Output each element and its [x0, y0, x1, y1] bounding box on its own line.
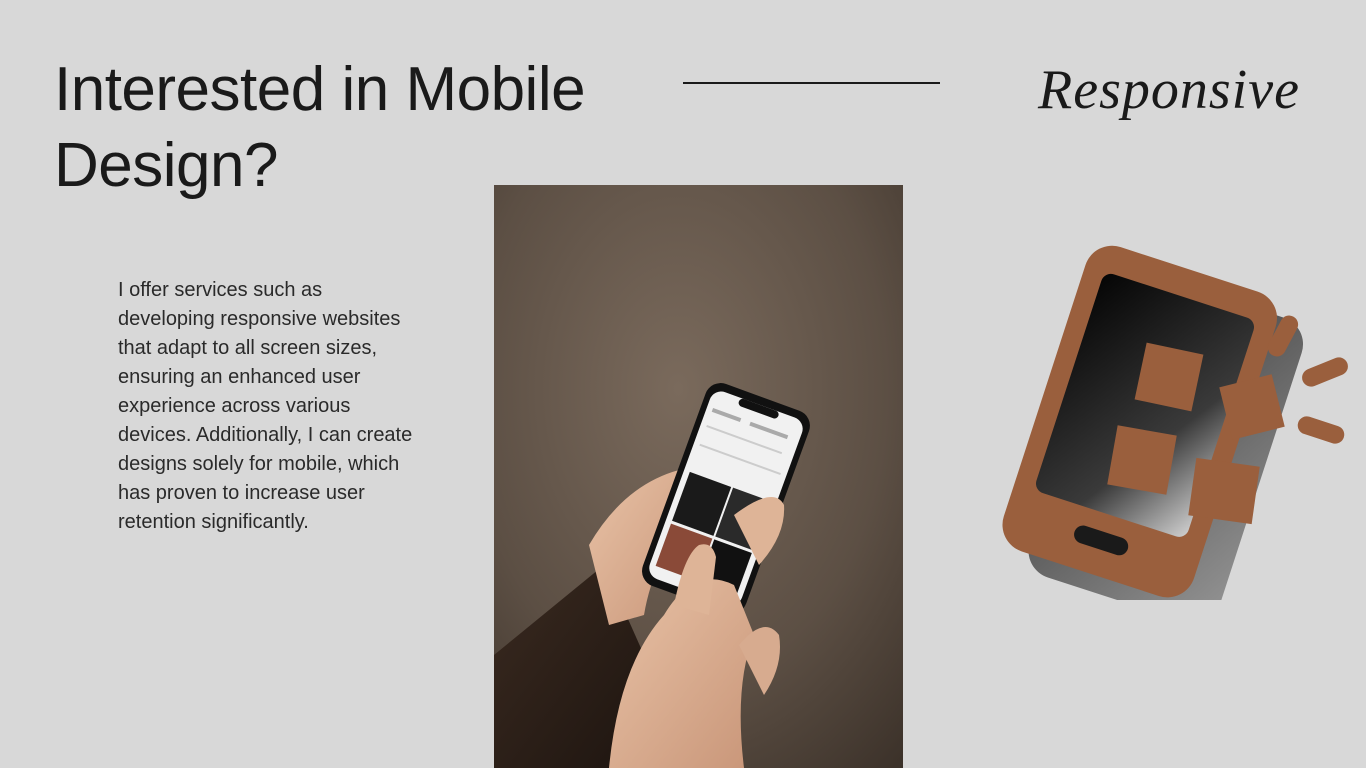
responsive-phone-icon	[960, 230, 1360, 624]
tagline: Responsive	[1038, 59, 1300, 121]
page-title: Interested in Mobile Design?	[54, 55, 586, 200]
slide: Interested in Mobile Design? Responsive …	[0, 0, 1366, 768]
title-divider	[683, 82, 940, 84]
service-description: I offer services such as developing resp…	[118, 279, 413, 533]
phone-photo	[494, 185, 903, 768]
